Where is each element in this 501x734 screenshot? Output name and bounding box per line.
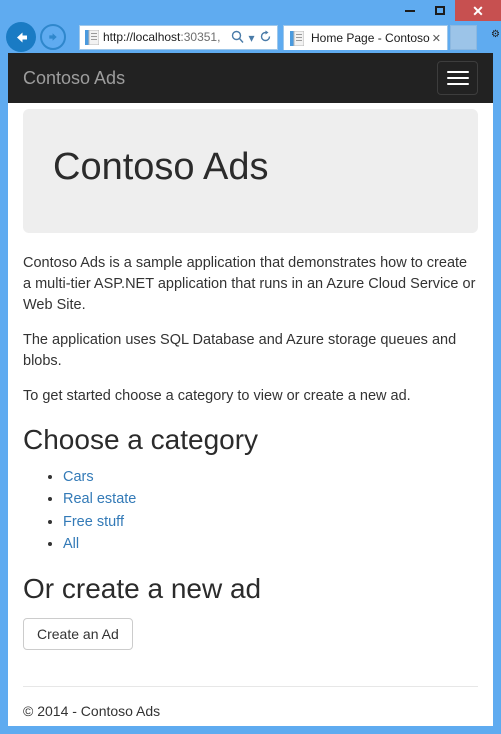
hamburger-icon-bar-1 (446, 71, 469, 73)
intro-paragraph-1: Contoso Ads is a sample application that… (23, 254, 476, 313)
search-icon[interactable] (229, 30, 246, 46)
create-an-ad-button[interactable]: Create an Ad (23, 618, 133, 651)
footer-copyright: © 2014 - Contoso Ads (23, 703, 161, 720)
jumbotron: Contoso Ads (23, 109, 478, 233)
browser-tab-home-page[interactable]: Home Page - Contoso... ✕ (283, 25, 448, 50)
tab-strip: Home Page - Contoso... ✕ (283, 25, 477, 53)
browser-tab-title: Home Page - Contoso... (311, 30, 430, 45)
tab-close-icon[interactable]: ✕ (430, 32, 443, 45)
category-link-all[interactable]: All (63, 536, 79, 552)
category-link-real-estate[interactable]: Real estate (63, 491, 136, 507)
list-item: Free stuff (63, 511, 478, 533)
new-tab-button[interactable] (450, 25, 477, 50)
window-close-button[interactable]: ✕ (455, 0, 501, 21)
close-icon: ✕ (472, 2, 484, 19)
hamburger-icon-bar-2 (446, 77, 469, 79)
intro-paragraph-2: The application uses SQL Database and Az… (23, 331, 457, 369)
address-bar-url: http://localhost:30351, (103, 30, 229, 45)
choose-category-heading: Choose a category (23, 423, 259, 455)
browser-back-button[interactable] (6, 22, 36, 52)
refresh-icon[interactable] (257, 30, 274, 46)
address-bar[interactable]: http://localhost:30351, ▾ (79, 25, 278, 50)
site-navbar: Contoso Ads (8, 53, 493, 103)
create-ad-heading: Or create a new ad (23, 572, 262, 604)
window-minimize-button[interactable] (395, 0, 425, 21)
tab-favicon-icon (290, 30, 305, 46)
browser-forward-button[interactable] (40, 24, 66, 50)
hamburger-icon-bar-3 (446, 83, 469, 85)
intro-block: Contoso Ads is a sample application that… (23, 253, 478, 407)
list-item: Real estate (63, 488, 478, 510)
minimize-icon (405, 9, 415, 12)
chevron-down-icon[interactable]: ▾ (246, 31, 257, 45)
back-arrow-icon (16, 32, 27, 42)
window-titlebar: ✕ (0, 0, 501, 21)
footer-divider (23, 686, 478, 688)
page-viewport: Contoso Ads Contoso Ads Contoso Ads is a… (8, 53, 493, 726)
navbar-brand-link[interactable]: Contoso Ads (23, 53, 125, 103)
intro-paragraph-3: To get started choose a category to view… (23, 387, 411, 404)
list-item: All (63, 533, 478, 555)
url-port: :30351, (180, 30, 221, 44)
window-maximize-button[interactable] (425, 0, 455, 21)
category-link-cars[interactable]: Cars (63, 469, 94, 485)
browser-window: ✕ http://localhost:30351, ▾ Home Page - … (0, 0, 501, 734)
page-favicon-icon (85, 29, 100, 46)
maximize-icon (435, 6, 445, 15)
page-container: Contoso Ads Contoso Ads is a sample appl… (8, 109, 493, 719)
browser-tools-area[interactable]: ⚙ (491, 29, 500, 40)
category-link-free-stuff[interactable]: Free stuff (63, 514, 124, 530)
browser-toolbar: http://localhost:30351, ▾ Home Page - Co… (0, 21, 501, 53)
list-item: Cars (63, 466, 478, 488)
url-host: http://localhost (103, 30, 181, 44)
forward-arrow-icon (49, 33, 57, 41)
category-list: Cars Real estate Free stuff All (23, 466, 478, 556)
navbar-toggle-button[interactable] (437, 61, 478, 95)
page-title: Contoso Ads (53, 146, 269, 188)
